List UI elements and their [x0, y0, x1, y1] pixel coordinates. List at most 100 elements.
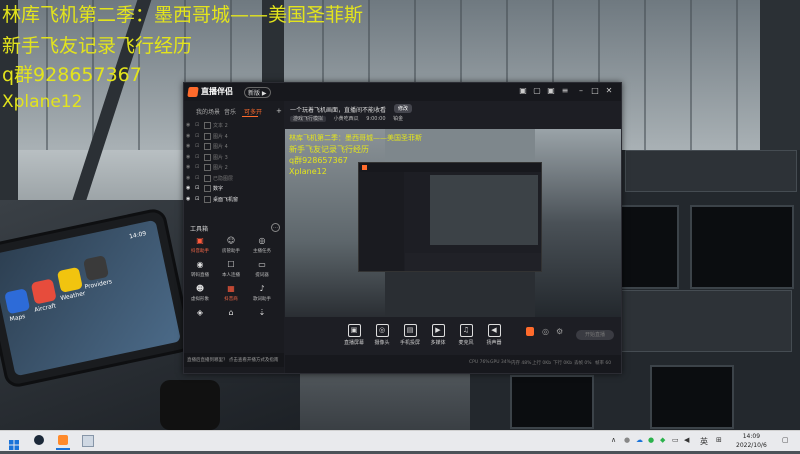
lock-icon[interactable]: ⊡: [195, 164, 199, 170]
visibility-eye-icon[interactable]: ◉: [186, 122, 190, 128]
tool-icon: ▦: [227, 284, 235, 293]
source-add-button[interactable]: ♫ 麦克风: [454, 324, 478, 346]
toolbox-item[interactable]: ◈: [188, 308, 212, 320]
visibility-eye-icon[interactable]: ◉: [186, 143, 190, 149]
tool-label: 抖音商: [224, 297, 238, 302]
visibility-eye-icon[interactable]: ◉: [186, 154, 190, 160]
source-item[interactable]: ◉ ⊡ 图片 3: [184, 153, 284, 162]
toolbox-item[interactable]: ▭ 提词器: [250, 260, 274, 278]
source-add-button[interactable]: ◀ 扬声器: [482, 324, 506, 346]
lock-icon[interactable]: ⊡: [195, 122, 199, 128]
effects-icon[interactable]: [526, 327, 534, 336]
lock-icon[interactable]: ⊡: [195, 175, 199, 181]
source-checkbox[interactable]: [204, 174, 211, 182]
taskbar-clock[interactable]: 14:09 2022/10/6: [736, 432, 767, 450]
source-item[interactable]: ◉ ⊡ 桌面飞机窗: [184, 195, 284, 204]
toolbox-item[interactable]: ▦ 抖音商: [219, 284, 243, 302]
source-checkbox[interactable]: [204, 122, 211, 129]
tray-security-icon[interactable]: ◆: [660, 436, 665, 444]
tray-network-icon[interactable]: ▭: [672, 436, 679, 444]
tool-label: 房管助手: [222, 249, 240, 254]
menu-icon[interactable]: ≡: [561, 87, 569, 95]
source-item[interactable]: ◉ ⊡ 文本 2: [184, 121, 284, 130]
start-live-button[interactable]: 开始直播: [576, 330, 614, 340]
lock-icon[interactable]: ⊡: [195, 133, 199, 139]
toolbox-item[interactable]: ⌂: [219, 308, 243, 320]
toolbox-item[interactable]: ▣ 抖音助手: [188, 236, 212, 254]
live-companion-taskbar-icon[interactable]: [58, 435, 68, 445]
active-tab-indicator: [242, 116, 258, 117]
lock-icon[interactable]: ⊡: [195, 154, 199, 160]
visibility-eye-icon[interactable]: ◉: [186, 133, 190, 139]
ime-indicator[interactable]: 英: [700, 436, 708, 447]
lock-icon[interactable]: ⊡: [195, 143, 199, 149]
edit-title-button[interactable]: 修改: [394, 104, 413, 113]
more-tools-icon[interactable]: …: [271, 223, 280, 232]
source-checkbox[interactable]: [204, 164, 211, 171]
tag-category[interactable]: 游戏飞行模拟: [290, 116, 327, 122]
live-companion-window: 直播伴侣 新版 ▶ ▣ ▢ ▣ ≡ – □ ✕ 我的场景 音乐 可多开 + 工具…: [183, 82, 622, 374]
windows-start-icon[interactable]: [9, 435, 19, 450]
visibility-eye-icon[interactable]: ◉: [186, 196, 190, 202]
source-item[interactable]: ◉ ⊡ 数字: [184, 184, 284, 193]
tray-chevron-icon[interactable]: ∧: [611, 436, 616, 444]
toolbox-item[interactable]: ☻ 虚拟形象: [188, 284, 212, 302]
status-metric: 丢帧 0%: [574, 361, 592, 366]
source-label: 图片 4: [213, 133, 228, 140]
tray-cloud-icon[interactable]: ☁: [636, 436, 643, 444]
visibility-eye-icon[interactable]: ◉: [186, 185, 190, 191]
tool-label: 转码直播: [191, 273, 209, 278]
toolbox-item[interactable]: ☐ 本人连播: [219, 260, 243, 278]
source-add-button[interactable]: ◎ 摄像头: [370, 324, 394, 346]
tab-multi[interactable]: 可多开: [244, 107, 262, 116]
source-item[interactable]: ◉ ⊡ 图片 2: [184, 163, 284, 172]
source-checkbox[interactable]: [204, 132, 211, 140]
tab-music[interactable]: 音乐: [224, 107, 236, 116]
source-item[interactable]: ◉ ⊡ 图片 4: [184, 142, 284, 151]
minimize-icon[interactable]: –: [577, 87, 585, 95]
source-checkbox[interactable]: [204, 143, 211, 150]
steam-icon[interactable]: [34, 435, 44, 445]
source-item[interactable]: ◉ ⊡ 已隐图层: [184, 174, 284, 183]
visibility-eye-icon[interactable]: ◉: [186, 175, 190, 181]
lock-icon[interactable]: ⊡: [195, 196, 199, 202]
tray-wechat-icon[interactable]: ●: [648, 436, 654, 444]
toolbox-item[interactable]: ◉ 转码直播: [188, 260, 212, 278]
tab-my-scenes[interactable]: 我的场景: [196, 107, 220, 116]
source-button-label: 多媒体: [430, 340, 446, 346]
lock-icon[interactable]: ⊡: [195, 185, 199, 191]
source-add-button[interactable]: ▤ 手机投屏: [398, 324, 422, 346]
version-badge[interactable]: 新版 ▶: [244, 87, 271, 98]
source-item[interactable]: ◉ ⊡ 图片 4: [184, 132, 284, 141]
tray-app-icon[interactable]: ●: [624, 436, 630, 444]
close-icon[interactable]: ✕: [605, 87, 613, 95]
source-checkbox[interactable]: [204, 195, 211, 203]
message-icon[interactable]: ▢: [533, 87, 541, 95]
toolbox-item[interactable]: ◎ 主播任务: [250, 236, 274, 254]
toolbox-item[interactable]: ☺ 房管助手: [219, 236, 243, 254]
maximize-icon[interactable]: □: [591, 87, 599, 95]
visibility-eye-icon[interactable]: ◉: [186, 164, 190, 170]
settings-gear-icon[interactable]: ⚙: [556, 327, 563, 336]
source-add-button[interactable]: ▶ 多媒体: [426, 324, 450, 346]
cast-icon[interactable]: ◎: [542, 327, 549, 336]
maps-app-icon: [4, 288, 31, 315]
skin-icon[interactable]: ▣: [519, 87, 527, 95]
tray-input-icon[interactable]: ⊞: [716, 436, 722, 444]
source-checkbox[interactable]: [204, 185, 211, 192]
toolbox-item[interactable]: ♪ 歌词助手: [250, 284, 274, 302]
window-icon[interactable]: ▣: [547, 87, 555, 95]
status-metric: 下行 0Kb: [553, 361, 573, 366]
xplane-taskbar-icon[interactable]: [82, 435, 94, 447]
notification-icon[interactable]: ▢: [782, 436, 789, 444]
tray-volume-icon[interactable]: ◀: [684, 436, 689, 444]
source-add-button[interactable]: ▣ 直播屏幕: [342, 324, 366, 346]
source-button-icon: ◎: [375, 324, 389, 337]
toolbox-item[interactable]: ⇣: [250, 308, 274, 320]
add-scene-icon[interactable]: +: [276, 107, 282, 115]
notice-bar[interactable]: 直播后直播到哪里？ 点击查看开播方式及指南: [184, 353, 284, 367]
source-checkbox[interactable]: [204, 153, 211, 161]
cockpit-display: [690, 205, 794, 289]
nested-preview-image: [430, 175, 538, 245]
source-button-label: 麦克风: [458, 340, 474, 346]
